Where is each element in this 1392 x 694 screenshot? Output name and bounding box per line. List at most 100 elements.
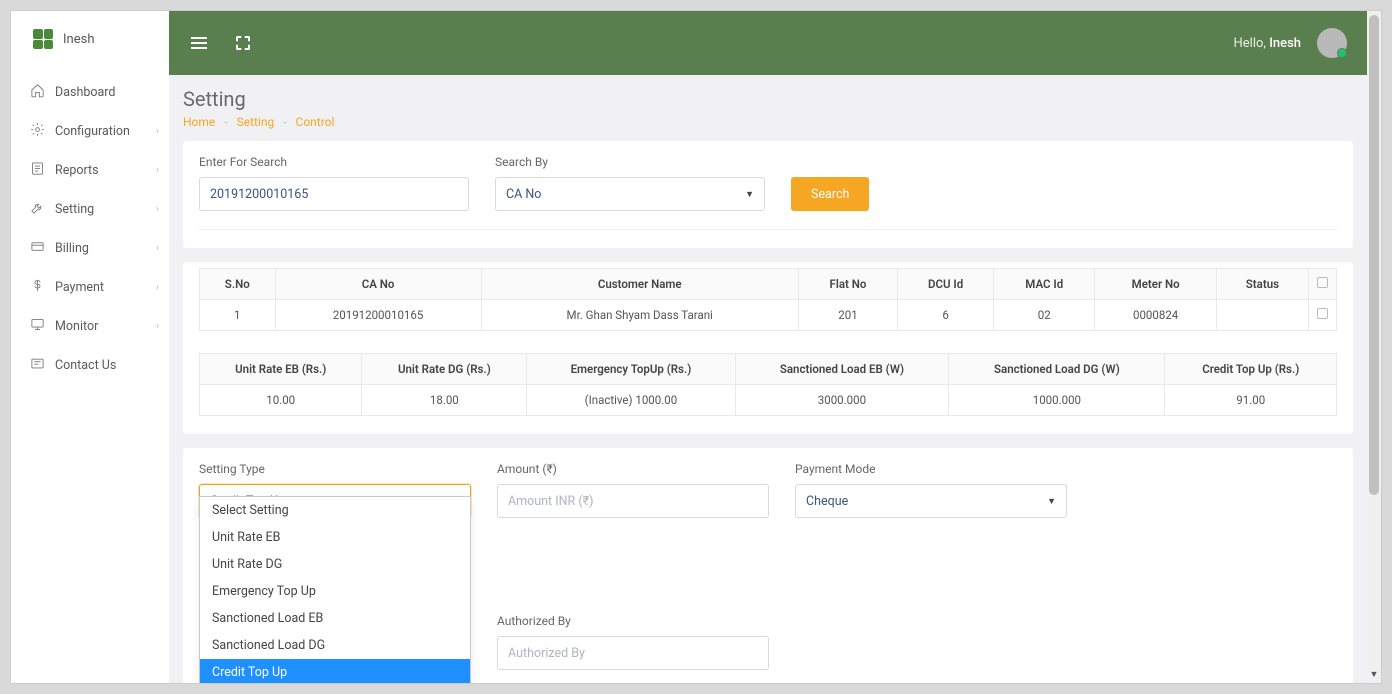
search-input[interactable] (199, 177, 469, 211)
chevron-right-icon: › (156, 204, 159, 215)
sidebar-item-billing[interactable]: Billing › (11, 229, 169, 268)
table-header: Status (1216, 269, 1308, 300)
sidebar-item-label: Dashboard (55, 85, 115, 100)
fullscreen-icon (236, 36, 250, 50)
setting-type-option[interactable]: Sanctioned Load EB (200, 605, 470, 632)
vertical-scrollbar[interactable]: ▼ (1367, 11, 1381, 683)
sidebar-item-label: Configuration (55, 124, 130, 139)
sidebar-item-label: Reports (55, 163, 99, 178)
setting-type-option[interactable]: Credit Top Up (200, 659, 470, 683)
chevron-right-icon: › (156, 243, 159, 254)
brand-name: Inesh (63, 32, 94, 47)
home-icon (29, 83, 45, 102)
report-icon (29, 161, 45, 180)
payment-mode-value: Cheque (806, 494, 848, 509)
table-header: Customer Name (481, 269, 798, 300)
page-title: Setting (183, 87, 1353, 111)
setting-type-option[interactable]: Unit Rate DG (200, 551, 470, 578)
sidebar-item-dashboard[interactable]: Dashboard (11, 73, 169, 112)
table-header: Unit Rate DG (Rs.) (362, 354, 527, 385)
payment-mode-label: Payment Mode (795, 462, 1067, 476)
monitor-icon (29, 317, 45, 336)
sidebar-item-contact-us[interactable]: Contact Us (11, 346, 169, 385)
table-cell: Mr. Ghan Shyam Dass Tarani (481, 300, 798, 331)
search-button[interactable]: Search (791, 177, 869, 211)
table-header: S.No (200, 269, 276, 300)
chevron-right-icon: › (156, 126, 159, 137)
hamburger-icon (191, 37, 207, 49)
table-header: Unit Rate EB (Rs.) (200, 354, 362, 385)
caret-down-icon: ▼ (745, 189, 754, 200)
setting-type-label: Setting Type (199, 462, 471, 476)
table-cell: (Inactive) 1000.00 (527, 385, 735, 416)
sidebar-item-label: Contact Us (55, 358, 116, 373)
table-cell: 6 (898, 300, 994, 331)
results-card: S.NoCA NoCustomer NameFlat NoDCU IdMAC I… (183, 262, 1353, 434)
sidebar: Inesh Dashboard Configuration › Reports … (11, 11, 169, 683)
crumb-control[interactable]: Control (296, 115, 335, 129)
sidebar-item-label: Setting (55, 202, 94, 217)
payment-mode-select[interactable]: Cheque ▼ (795, 484, 1067, 518)
row-checkbox[interactable] (1317, 308, 1328, 319)
table-header: Flat No (798, 269, 897, 300)
setting-type-option[interactable]: Select Setting (200, 497, 470, 524)
table-cell: 10.00 (200, 385, 362, 416)
menu-toggle-button[interactable] (189, 33, 209, 53)
crumb-setting[interactable]: Setting (237, 115, 275, 129)
fullscreen-button[interactable] (233, 33, 253, 53)
sidebar-item-monitor[interactable]: Monitor › (11, 307, 169, 346)
authorized-by-input[interactable] (497, 636, 769, 670)
nav-list: Dashboard Configuration › Reports › Sett… (11, 63, 169, 385)
table-cell: 20191200010165 (275, 300, 481, 331)
username: Inesh (1269, 36, 1301, 51)
table-header: Credit Top Up (Rs.) (1165, 354, 1337, 385)
setting-type-option[interactable]: Sanctioned Load DG (200, 632, 470, 659)
brand-logo-icon (33, 29, 53, 49)
dollar-icon (29, 278, 45, 297)
greeting: Hello, Inesh (1234, 36, 1302, 51)
results-table-2: Unit Rate EB (Rs.)Unit Rate DG (Rs.)Emer… (199, 353, 1337, 416)
select-all-checkbox[interactable] (1317, 277, 1328, 288)
setting-type-option[interactable]: Unit Rate EB (200, 524, 470, 551)
crumb-home[interactable]: Home (183, 115, 215, 129)
hello-prefix: Hello, (1234, 36, 1266, 51)
contact-icon (29, 356, 45, 375)
search-by-value: CA No (506, 187, 541, 202)
search-input-label: Enter For Search (199, 155, 469, 169)
table-cell: 02 (994, 300, 1095, 331)
crumb-sep: - (224, 115, 227, 129)
sidebar-item-payment[interactable]: Payment › (11, 268, 169, 307)
table-header: Emergency TopUp (Rs.) (527, 354, 735, 385)
billing-icon (29, 239, 45, 258)
table-cell (1216, 300, 1308, 331)
amount-label: Amount (₹) (497, 462, 769, 476)
search-card: Enter For Search Search By CA No ▼ Searc… (183, 141, 1353, 248)
table-cell: 18.00 (362, 385, 527, 416)
sidebar-item-reports[interactable]: Reports › (11, 151, 169, 190)
table-header: CA No (275, 269, 481, 300)
setting-type-dropdown: Select SettingUnit Rate EBUnit Rate DGEm… (199, 496, 471, 683)
card-divider (199, 229, 1337, 230)
table-cell: 91.00 (1165, 385, 1337, 416)
form-card: Setting Type Credit Top Up ▼ Select Sett… (183, 448, 1353, 683)
chevron-right-icon: › (156, 321, 159, 332)
scrollbar-arrow-down-icon[interactable]: ▼ (1369, 669, 1379, 681)
chevron-right-icon: › (156, 165, 159, 176)
brand: Inesh (11, 11, 169, 63)
sidebar-item-setting[interactable]: Setting › (11, 190, 169, 229)
setting-type-option[interactable]: Emergency Top Up (200, 578, 470, 605)
search-by-select[interactable]: CA No ▼ (495, 177, 765, 211)
wrench-icon (29, 200, 45, 219)
scrollbar-thumb[interactable] (1369, 15, 1379, 495)
avatar[interactable] (1317, 28, 1347, 58)
sidebar-item-configuration[interactable]: Configuration › (11, 112, 169, 151)
table-header: Sanctioned Load DG (W) (949, 354, 1165, 385)
caret-down-icon: ▼ (1047, 496, 1056, 507)
crumb-sep: - (283, 115, 286, 129)
amount-input[interactable] (497, 484, 769, 518)
gear-icon (29, 122, 45, 141)
table-cell: 201 (798, 300, 897, 331)
topbar: Hello, Inesh (169, 11, 1367, 75)
table-cell: 1 (200, 300, 276, 331)
table-header: Meter No (1095, 269, 1216, 300)
